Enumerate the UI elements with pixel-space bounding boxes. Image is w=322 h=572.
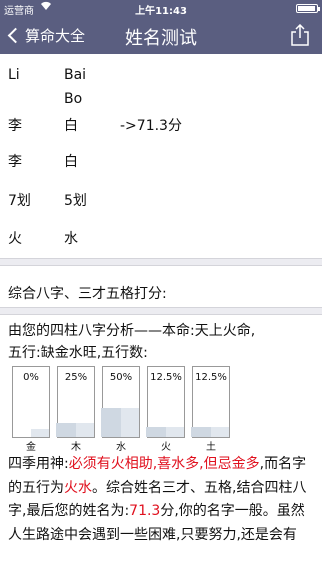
surname-char-2: 李 xyxy=(8,154,22,170)
pinyin-second-a: Bai xyxy=(64,67,87,83)
element-bar-chart: 0% 金 25% 木 50% 水 12.5% 火 12.5% 土 xyxy=(12,366,242,454)
status-time: 上午11:43 xyxy=(135,6,187,17)
analysis-line: 五行:缺金水旺,五行数: xyxy=(8,345,148,361)
divider xyxy=(0,307,322,315)
analysis-line: 由您的四柱八字分析——本命:天上火命, xyxy=(8,323,256,339)
element-bar: 25% 木 xyxy=(56,366,95,453)
bar-element-label: 水 xyxy=(116,442,126,453)
element-bar: 0% 金 xyxy=(12,366,50,453)
surname-element: 火 xyxy=(8,231,22,247)
element-bar: 12.5% 火 xyxy=(146,366,185,453)
given-char-2: 白 xyxy=(64,154,78,170)
summary-score: 71.3 xyxy=(129,503,161,519)
summary-highlight: 火水 xyxy=(64,479,92,496)
surname-char: 李 xyxy=(8,118,22,134)
bar-percent-label: 50% xyxy=(109,372,133,383)
bar-element-label: 火 xyxy=(161,442,171,453)
surname-strokes: 7划 xyxy=(8,193,31,209)
element-bar: 12.5% 土 xyxy=(191,366,230,453)
bar-element-label: 金 xyxy=(26,442,36,453)
summary-paragraph: 四季用神:必须有火相助,喜水多,但忌金多,而名字的五行为火水。综合姓名三才、五格… xyxy=(8,453,316,547)
bar-element-label: 木 xyxy=(71,442,81,453)
bar-fill xyxy=(146,427,184,437)
bar-percent-label: 25% xyxy=(64,372,88,383)
analysis-text: 由您的四柱八字分析——本命:天上火命, 五行:缺金水旺,五行数: xyxy=(8,320,316,364)
divider xyxy=(0,258,322,266)
pinyin-first: Li xyxy=(8,67,20,83)
element-bar: 50% 水 xyxy=(101,366,140,453)
bar-percent-label: 0% xyxy=(23,372,39,383)
chevron-left-icon xyxy=(7,27,24,43)
bar-element-label: 土 xyxy=(206,442,216,453)
nav-bar: 算命大全 姓名测试 xyxy=(0,16,322,54)
share-icon xyxy=(291,23,309,46)
section-title: 综合八字、三才五格打分: xyxy=(8,286,167,302)
given-element: 水 xyxy=(64,231,78,247)
score-text: ->71.3分 xyxy=(120,118,182,134)
given-char: 白 xyxy=(64,118,78,134)
given-strokes: 5划 xyxy=(64,193,87,209)
status-bar: 运营商 上午11:43 xyxy=(0,0,322,17)
summary-text: 四季用神: xyxy=(8,456,69,472)
bar-fill xyxy=(101,408,139,437)
bar-fill xyxy=(56,423,94,437)
bar-percent-label: 12.5% xyxy=(150,372,182,383)
summary-highlight: 必须有火相助,喜水多,但忌金多 xyxy=(68,456,260,472)
battery-icon xyxy=(296,4,320,13)
share-button[interactable] xyxy=(290,23,310,46)
pinyin-second-b: Bo xyxy=(64,91,83,107)
back-button[interactable]: 算命大全 xyxy=(6,24,85,46)
back-button-label: 算命大全 xyxy=(25,26,86,45)
bar-percent-label: 12.5% xyxy=(195,372,227,383)
bar-fill xyxy=(191,427,229,437)
